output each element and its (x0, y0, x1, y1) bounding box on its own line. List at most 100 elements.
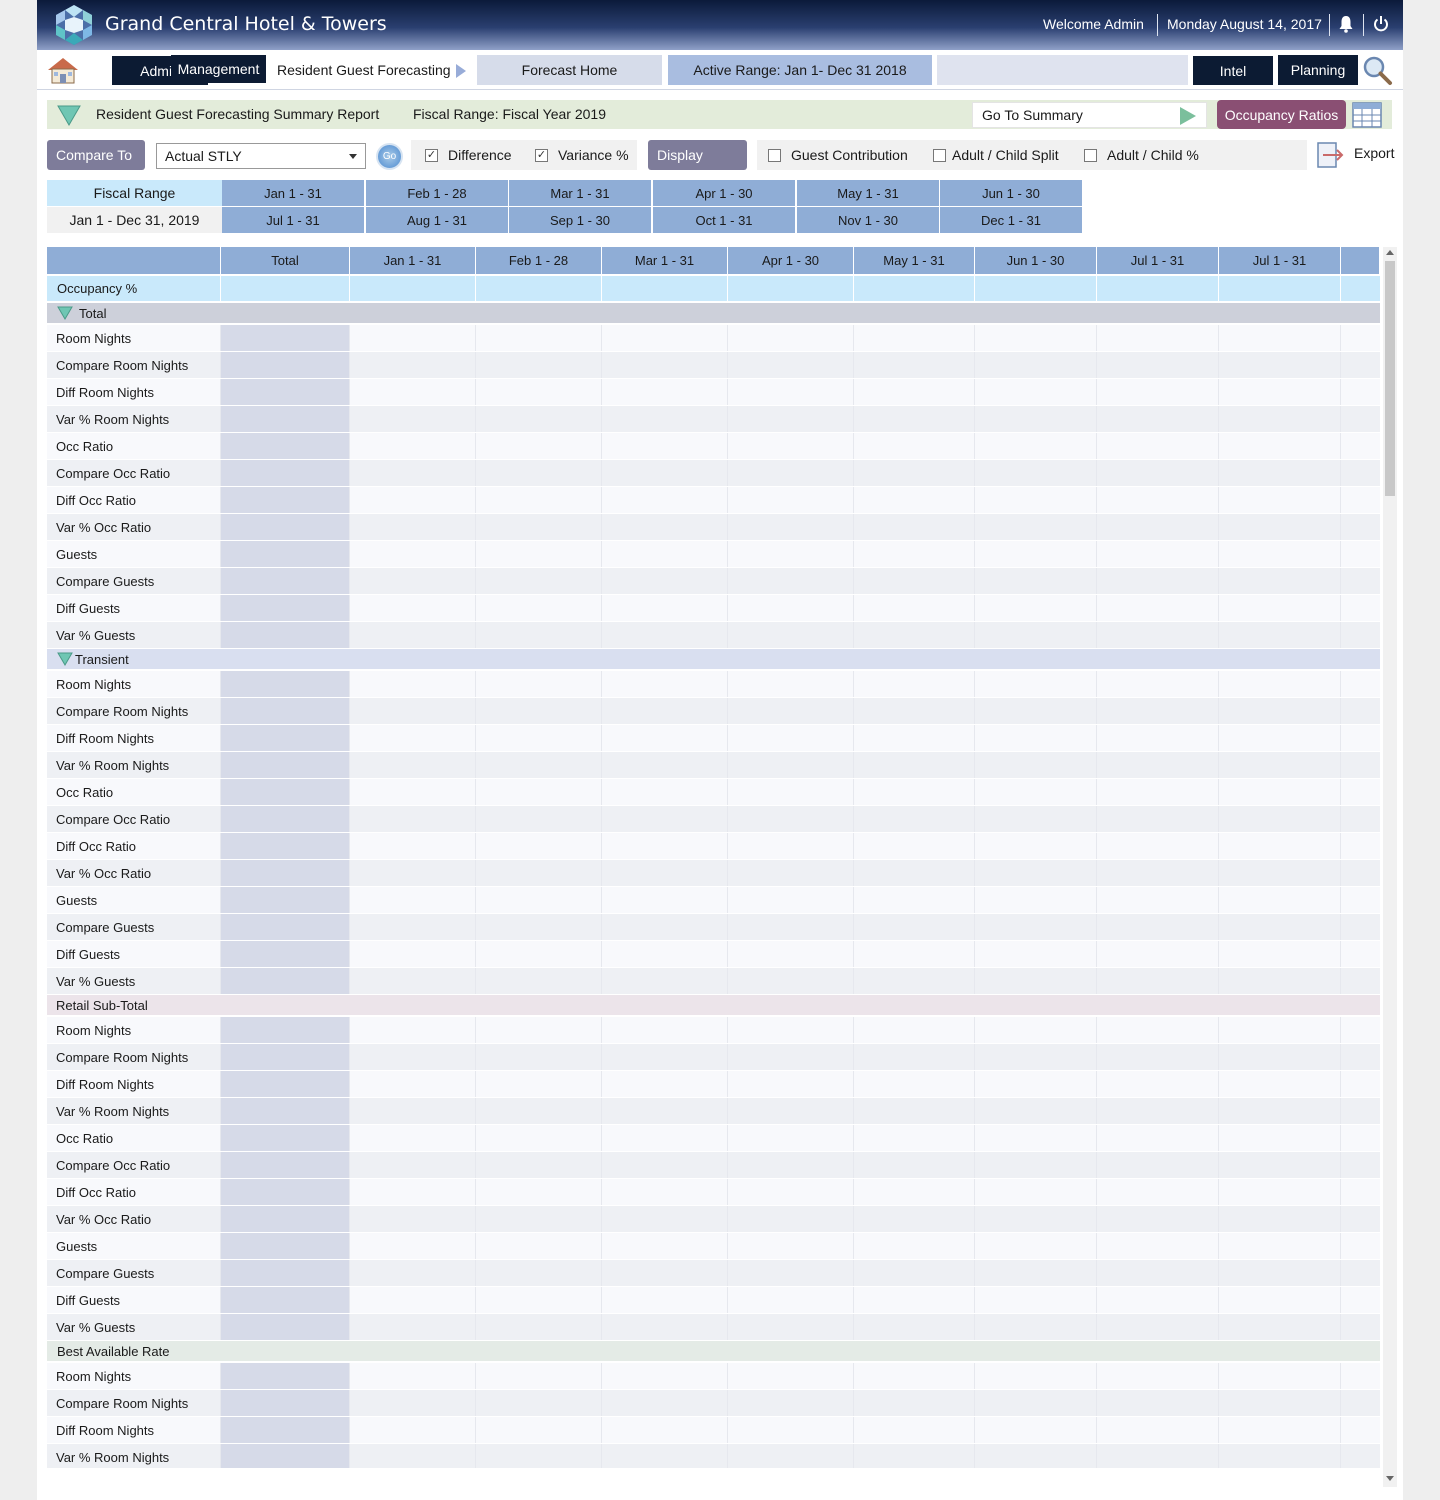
table-gridline (349, 833, 350, 859)
power-icon[interactable] (1373, 15, 1389, 33)
display-button[interactable]: Display (648, 140, 747, 170)
total-cell[interactable] (221, 487, 349, 513)
fiscal-month-cell[interactable]: Apr 1 - 30 (653, 180, 796, 206)
total-cell[interactable] (221, 1071, 349, 1097)
fiscal-month-cell[interactable]: Aug 1 - 31 (366, 207, 509, 233)
fiscal-month-cell[interactable]: Jun 1 - 30 (940, 180, 1083, 206)
table-row: Compare Room Nights (47, 352, 1380, 379)
total-cell[interactable] (221, 1152, 349, 1178)
section-header[interactable]: Total (47, 303, 1380, 323)
adult-child-pct-checkbox[interactable] (1084, 149, 1097, 162)
export-icon[interactable] (1315, 140, 1345, 170)
total-cell[interactable] (221, 1417, 349, 1443)
compare-select[interactable]: Actual STLY (156, 143, 366, 169)
fiscal-month-cell[interactable]: Dec 1 - 31 (940, 207, 1083, 233)
total-cell[interactable] (221, 860, 349, 886)
scroll-down-icon[interactable] (1386, 1476, 1394, 1481)
table-gridline (1340, 1017, 1341, 1043)
total-cell[interactable] (221, 752, 349, 778)
table-gridline (220, 1125, 221, 1151)
total-cell[interactable] (221, 725, 349, 751)
table-grid-icon[interactable] (1352, 102, 1382, 128)
total-cell[interactable] (221, 568, 349, 594)
total-cell[interactable] (221, 833, 349, 859)
total-cell[interactable] (221, 968, 349, 994)
fiscal-month-cell[interactable]: Nov 1 - 30 (797, 207, 940, 233)
export-label[interactable]: Export (1354, 145, 1394, 161)
table-gridline (220, 1233, 221, 1259)
total-cell[interactable] (221, 1233, 349, 1259)
total-cell[interactable] (221, 379, 349, 405)
forecast-home-button[interactable]: Forecast Home (477, 55, 662, 85)
play-arrow-icon[interactable] (1180, 107, 1196, 125)
total-cell[interactable] (221, 325, 349, 351)
total-cell[interactable] (221, 1017, 349, 1043)
difference-checkbox[interactable]: ✓ (425, 149, 438, 162)
table-gridline (974, 1098, 975, 1124)
go-button[interactable]: Go (376, 143, 403, 170)
fiscal-month-cell[interactable]: Sep 1 - 30 (509, 207, 652, 233)
section-header[interactable]: Retail Sub-Total (47, 995, 1380, 1015)
total-cell[interactable] (221, 1314, 349, 1340)
total-cell[interactable] (221, 1125, 349, 1151)
fiscal-month-cell[interactable]: Jan 1 - 31 (222, 180, 365, 206)
table-gridline (1096, 1179, 1097, 1205)
collapse-triangle-icon[interactable] (57, 104, 81, 126)
table-gridline (220, 379, 221, 405)
compare-to-button[interactable]: Compare To (47, 140, 145, 170)
collapse-triangle-icon[interactable] (57, 652, 73, 666)
occupancy-ratios-button[interactable]: Occupancy Ratios (1217, 100, 1346, 129)
guest-contribution-checkbox[interactable] (768, 149, 781, 162)
total-cell[interactable] (221, 1206, 349, 1232)
total-cell[interactable] (221, 541, 349, 567)
table-row: Var % Guests (47, 1314, 1380, 1341)
adult-child-split-checkbox[interactable] (933, 149, 946, 162)
fiscal-month-cell[interactable]: Jul 1 - 31 (222, 207, 365, 233)
collapse-triangle-icon[interactable] (57, 306, 73, 320)
section-header[interactable]: Transient (47, 649, 1380, 669)
search-icon[interactable] (1361, 54, 1393, 86)
total-cell[interactable] (221, 1444, 349, 1468)
table-gridline (974, 568, 975, 594)
total-cell[interactable] (221, 698, 349, 724)
table-gridline (1218, 968, 1219, 994)
total-cell[interactable] (221, 1390, 349, 1416)
total-cell[interactable] (221, 1287, 349, 1313)
fiscal-month-cell[interactable]: May 1 - 31 (797, 180, 940, 206)
home-icon[interactable] (47, 56, 79, 84)
fiscal-month-cell[interactable]: Mar 1 - 31 (509, 180, 652, 206)
total-cell[interactable] (221, 1179, 349, 1205)
scroll-up-icon[interactable] (1386, 250, 1394, 255)
total-cell[interactable] (221, 406, 349, 432)
total-cell[interactable] (221, 887, 349, 913)
total-cell[interactable] (221, 941, 349, 967)
breadcrumb[interactable]: Resident Guest Forecasting (277, 62, 451, 78)
planning-button[interactable]: Planning (1278, 55, 1358, 85)
intel-button[interactable]: Intel (1193, 56, 1273, 85)
vertical-scrollbar[interactable] (1383, 247, 1397, 1487)
total-cell[interactable] (221, 460, 349, 486)
total-cell[interactable] (221, 622, 349, 648)
table-gridline (349, 1363, 350, 1389)
total-cell[interactable] (221, 1098, 349, 1124)
total-cell[interactable] (221, 1260, 349, 1286)
total-cell[interactable] (221, 514, 349, 540)
total-cell[interactable] (221, 352, 349, 378)
total-cell[interactable] (221, 595, 349, 621)
goto-summary-field[interactable]: Go To Summary (972, 102, 1207, 128)
fiscal-month-cell[interactable]: Feb 1 - 28 (366, 180, 509, 206)
fiscal-month-cell[interactable]: Oct 1 - 31 (653, 207, 796, 233)
bell-icon[interactable] (1339, 15, 1353, 33)
total-cell[interactable] (221, 433, 349, 459)
total-cell[interactable] (221, 1044, 349, 1070)
section-header[interactable]: Best Available Rate (47, 1341, 1380, 1361)
table-gridline (475, 833, 476, 859)
management-button[interactable]: Management (171, 55, 266, 83)
variance-checkbox[interactable]: ✓ (535, 149, 548, 162)
total-cell[interactable] (221, 806, 349, 832)
total-cell[interactable] (221, 779, 349, 805)
scroll-thumb[interactable] (1385, 261, 1395, 496)
total-cell[interactable] (221, 1363, 349, 1389)
total-cell[interactable] (221, 914, 349, 940)
total-cell[interactable] (221, 671, 349, 697)
